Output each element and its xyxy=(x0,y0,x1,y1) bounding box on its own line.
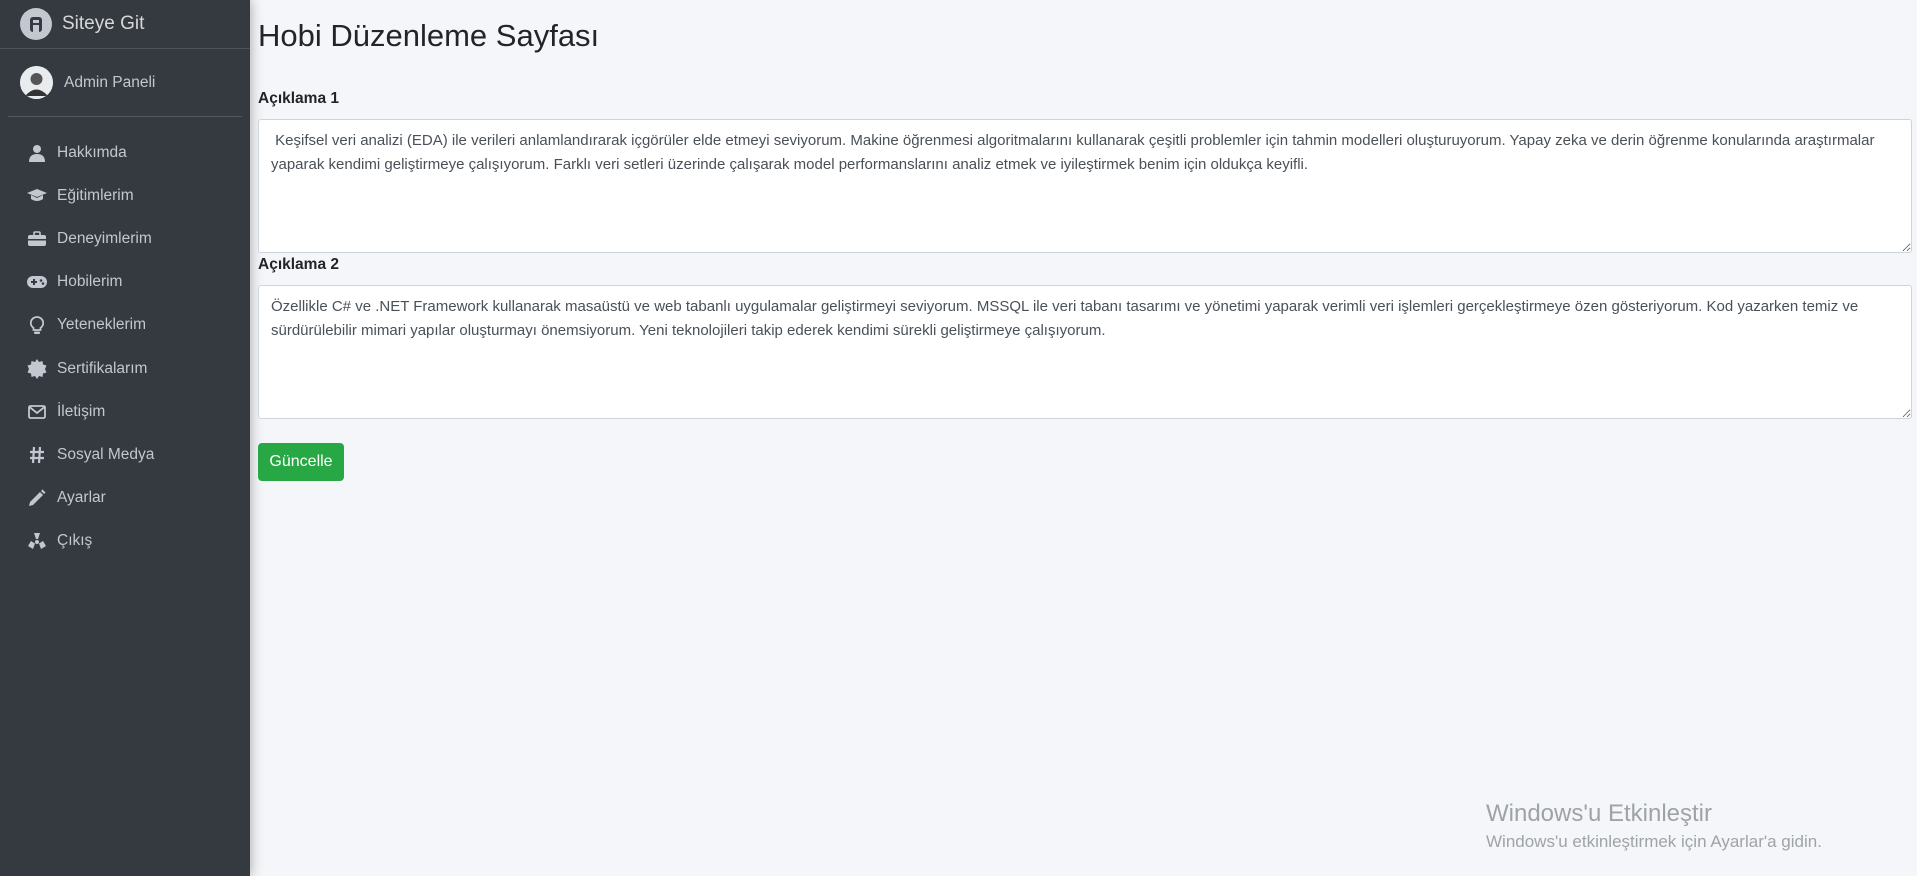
watermark-subtitle: Windows'u etkinleştirmek için Ayarlar'a … xyxy=(1486,832,1822,851)
sidebar-item-ayarlar[interactable]: Ayarlar xyxy=(0,477,250,520)
windows-activation-watermark: Windows'u Etkinleştir Windows'u etkinleş… xyxy=(1486,800,1822,852)
sidebar-item-deneyimlerim[interactable]: Deneyimlerim xyxy=(0,217,250,260)
sidebar-item-sertifikalarim[interactable]: Sertifikalarım xyxy=(0,347,250,390)
sidebar-item-label: Deneyimlerim xyxy=(57,229,152,247)
sidebar-item-hobilerim[interactable]: Hobilerim xyxy=(0,261,250,304)
watermark-title: Windows'u Etkinleştir xyxy=(1486,800,1712,827)
user-name: Admin Paneli xyxy=(64,73,156,91)
brand-title: Siteye Git xyxy=(62,13,145,34)
logo-icon xyxy=(20,8,52,40)
brand-link[interactable]: Siteye Git xyxy=(0,0,250,49)
graduation-cap-icon xyxy=(26,185,48,207)
certificate-icon xyxy=(26,358,48,380)
aciklama1-textarea[interactable]: Keşifsel veri analizi (EDA) ile verileri… xyxy=(258,119,1912,253)
sidebar-item-label: Çıkış xyxy=(57,532,93,550)
user-panel[interactable]: Admin Paneli xyxy=(8,49,242,117)
sidebar-item-label: Yeteneklerim xyxy=(57,316,147,334)
update-button[interactable]: Güncelle xyxy=(258,443,344,481)
briefcase-icon xyxy=(26,228,48,250)
avatar xyxy=(20,66,53,99)
sidebar-item-label: Hakkımda xyxy=(57,143,127,161)
sidebar-item-label: Sertifikalarım xyxy=(57,359,148,377)
hashtag-icon xyxy=(26,444,48,466)
sidebar-item-label: Hobilerim xyxy=(57,273,123,291)
field-label-aciklama2: Açıklama 2 xyxy=(258,256,339,273)
sidebar-item-sosyal-medya[interactable]: Sosyal Medya xyxy=(0,433,250,476)
lightbulb-icon xyxy=(26,314,48,336)
sidebar-item-label: Ayarlar xyxy=(57,489,106,507)
sidebar-item-egitimlerim[interactable]: Eğitimlerim xyxy=(0,174,250,217)
pencil-icon xyxy=(26,487,48,509)
sidebar-item-label: Eğitimlerim xyxy=(57,186,134,204)
sidebar-item-label: Sosyal Medya xyxy=(57,445,155,463)
aciklama2-textarea[interactable]: Özellikle C# ve .NET Framework kullanara… xyxy=(258,285,1912,419)
sidebar: Siteye Git Admin Paneli Hakkımda Eğitiml… xyxy=(0,0,250,876)
sidebar-item-cikis[interactable]: Çıkış xyxy=(0,520,250,563)
sidebar-item-iletisim[interactable]: İletişim xyxy=(0,390,250,433)
sidebar-item-label: İletişim xyxy=(57,402,106,420)
sidebar-item-yeteneklerim[interactable]: Yeteneklerim xyxy=(0,304,250,347)
user-icon xyxy=(26,142,48,164)
radiation-icon xyxy=(26,530,48,552)
sidebar-nav: Hakkımda Eğitimlerim Deneyimlerim Hobile… xyxy=(0,131,250,563)
page-title: Hobi Düzenleme Sayfası xyxy=(258,18,600,53)
envelope-icon xyxy=(26,401,48,423)
gamepad-icon xyxy=(26,271,48,293)
sidebar-item-hakkimda[interactable]: Hakkımda xyxy=(0,131,250,174)
field-label-aciklama1: Açıklama 1 xyxy=(258,90,339,107)
